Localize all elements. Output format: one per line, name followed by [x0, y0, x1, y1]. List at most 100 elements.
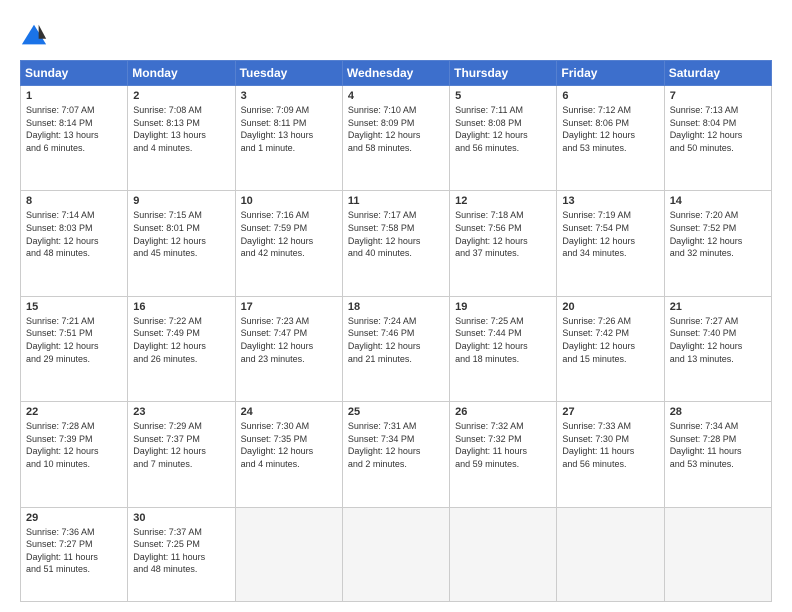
- day-number: 25: [348, 406, 444, 418]
- day-info: Sunrise: 7:24 AM Sunset: 7:46 PM Dayligh…: [348, 315, 444, 365]
- day-info: Sunrise: 7:36 AM Sunset: 7:27 PM Dayligh…: [26, 526, 122, 576]
- calendar-cell: 19Sunrise: 7:25 AM Sunset: 7:44 PM Dayli…: [450, 296, 557, 401]
- calendar-cell: 13 Sunrise: 7:19 AM Sunset: 7:54 PM Dayli…: [557, 191, 664, 296]
- calendar-week-row: 1 Sunrise: 7:07 AM Sunset: 8:14 PM Daylig…: [21, 86, 772, 191]
- day-number: 7: [670, 90, 766, 102]
- page: SundayMondayTuesdayWednesdayThursdayFrid…: [0, 0, 792, 612]
- day-number: 16: [133, 301, 229, 313]
- day-info: Sunrise: 7:11 AM Sunset: 8:08 PM Dayligh…: [455, 104, 551, 154]
- calendar-header-thursday: Thursday: [450, 61, 557, 86]
- day-number: 27: [562, 406, 658, 418]
- calendar-header-saturday: Saturday: [664, 61, 771, 86]
- calendar-cell: [342, 507, 449, 601]
- calendar-cell: 3 Sunrise: 7:09 AM Sunset: 8:11 PM Daylig…: [235, 86, 342, 191]
- day-number: 30: [133, 512, 229, 524]
- day-info: Sunrise: 7:08 AM Sunset: 8:13 PM Dayligh…: [133, 104, 229, 154]
- calendar-cell: 24 Sunrise: 7:30 AM Sunset: 7:35 PM Dayli…: [235, 402, 342, 507]
- calendar-header-sunday: Sunday: [21, 61, 128, 86]
- calendar-cell: 8 Sunrise: 7:14 AM Sunset: 8:03 PM Daylig…: [21, 191, 128, 296]
- day-number: 22: [26, 406, 122, 418]
- calendar-cell: 27 Sunrise: 7:33 AM Sunset: 7:30 PM Dayli…: [557, 402, 664, 507]
- day-number: 2: [133, 90, 229, 102]
- day-number: 6: [562, 90, 658, 102]
- calendar-cell: 18 Sunrise: 7:24 AM Sunset: 7:46 PM Dayli…: [342, 296, 449, 401]
- calendar-cell: 2 Sunrise: 7:08 AM Sunset: 8:13 PM Daylig…: [128, 86, 235, 191]
- day-number: 28: [670, 406, 766, 418]
- calendar-cell: 28 Sunrise: 7:34 AM Sunset: 7:28 PM Dayli…: [664, 402, 771, 507]
- calendar-cell: 25 Sunrise: 7:31 AM Sunset: 7:34 PM Dayli…: [342, 402, 449, 507]
- day-number: 17: [241, 301, 337, 313]
- calendar-cell: 14 Sunrise: 7:20 AM Sunset: 7:52 PM Dayli…: [664, 191, 771, 296]
- calendar-cell: [664, 507, 771, 601]
- calendar-week-row: 15Sunrise: 7:21 AM Sunset: 7:51 PM Dayli…: [21, 296, 772, 401]
- calendar-header-tuesday: Tuesday: [235, 61, 342, 86]
- day-number: 29: [26, 512, 122, 524]
- calendar-cell: 20 Sunrise: 7:26 AM Sunset: 7:42 PM Dayli…: [557, 296, 664, 401]
- day-number: 26: [455, 406, 551, 418]
- day-info: Sunrise: 7:25 AM Sunset: 7:44 PM Dayligh…: [455, 315, 551, 365]
- calendar-cell: 12Sunrise: 7:18 AM Sunset: 7:56 PM Dayli…: [450, 191, 557, 296]
- day-number: 23: [133, 406, 229, 418]
- day-info: Sunrise: 7:20 AM Sunset: 7:52 PM Dayligh…: [670, 209, 766, 259]
- calendar-cell: 7Sunrise: 7:13 AM Sunset: 8:04 PM Daylig…: [664, 86, 771, 191]
- day-number: 20: [562, 301, 658, 313]
- day-info: Sunrise: 7:16 AM Sunset: 7:59 PM Dayligh…: [241, 209, 337, 259]
- day-info: Sunrise: 7:34 AM Sunset: 7:28 PM Dayligh…: [670, 420, 766, 470]
- calendar-cell: 9Sunrise: 7:15 AM Sunset: 8:01 PM Daylig…: [128, 191, 235, 296]
- day-info: Sunrise: 7:27 AM Sunset: 7:40 PM Dayligh…: [670, 315, 766, 365]
- calendar-cell: 15Sunrise: 7:21 AM Sunset: 7:51 PM Dayli…: [21, 296, 128, 401]
- calendar-cell: 29 Sunrise: 7:36 AM Sunset: 7:27 PM Dayli…: [21, 507, 128, 601]
- calendar-header-friday: Friday: [557, 61, 664, 86]
- day-number: 24: [241, 406, 337, 418]
- calendar-cell: [235, 507, 342, 601]
- day-number: 1: [26, 90, 122, 102]
- day-number: 14: [670, 195, 766, 207]
- day-info: Sunrise: 7:33 AM Sunset: 7:30 PM Dayligh…: [562, 420, 658, 470]
- calendar-cell: 30 Sunrise: 7:37 AM Sunset: 7:25 PM Dayli…: [128, 507, 235, 601]
- day-info: Sunrise: 7:12 AM Sunset: 8:06 PM Dayligh…: [562, 104, 658, 154]
- calendar-header-monday: Monday: [128, 61, 235, 86]
- logo-icon: [20, 22, 48, 50]
- calendar-cell: 17 Sunrise: 7:23 AM Sunset: 7:47 PM Dayli…: [235, 296, 342, 401]
- day-number: 5: [455, 90, 551, 102]
- calendar-week-row: 22 Sunrise: 7:28 AM Sunset: 7:39 PM Dayli…: [21, 402, 772, 507]
- calendar-cell: 6 Sunrise: 7:12 AM Sunset: 8:06 PM Daylig…: [557, 86, 664, 191]
- calendar-cell: 1 Sunrise: 7:07 AM Sunset: 8:14 PM Daylig…: [21, 86, 128, 191]
- day-number: 18: [348, 301, 444, 313]
- calendar-cell: 22 Sunrise: 7:28 AM Sunset: 7:39 PM Dayli…: [21, 402, 128, 507]
- calendar-cell: 23Sunrise: 7:29 AM Sunset: 7:37 PM Dayli…: [128, 402, 235, 507]
- calendar-header-row: SundayMondayTuesdayWednesdayThursdayFrid…: [21, 61, 772, 86]
- day-info: Sunrise: 7:09 AM Sunset: 8:11 PM Dayligh…: [241, 104, 337, 154]
- day-info: Sunrise: 7:07 AM Sunset: 8:14 PM Dayligh…: [26, 104, 122, 154]
- calendar-table: SundayMondayTuesdayWednesdayThursdayFrid…: [20, 60, 772, 602]
- calendar-cell: 10 Sunrise: 7:16 AM Sunset: 7:59 PM Dayli…: [235, 191, 342, 296]
- day-number: 11: [348, 195, 444, 207]
- day-number: 3: [241, 90, 337, 102]
- calendar-cell: 26 Sunrise: 7:32 AM Sunset: 7:32 PM Dayli…: [450, 402, 557, 507]
- day-number: 4: [348, 90, 444, 102]
- day-info: Sunrise: 7:19 AM Sunset: 7:54 PM Dayligh…: [562, 209, 658, 259]
- day-number: 13: [562, 195, 658, 207]
- day-number: 10: [241, 195, 337, 207]
- calendar-header-wednesday: Wednesday: [342, 61, 449, 86]
- day-info: Sunrise: 7:32 AM Sunset: 7:32 PM Dayligh…: [455, 420, 551, 470]
- day-info: Sunrise: 7:37 AM Sunset: 7:25 PM Dayligh…: [133, 526, 229, 576]
- calendar-week-row: 8 Sunrise: 7:14 AM Sunset: 8:03 PM Daylig…: [21, 191, 772, 296]
- calendar-week-row: 29 Sunrise: 7:36 AM Sunset: 7:27 PM Dayli…: [21, 507, 772, 601]
- day-info: Sunrise: 7:26 AM Sunset: 7:42 PM Dayligh…: [562, 315, 658, 365]
- header: [20, 18, 772, 50]
- calendar-cell: 21 Sunrise: 7:27 AM Sunset: 7:40 PM Dayli…: [664, 296, 771, 401]
- day-info: Sunrise: 7:28 AM Sunset: 7:39 PM Dayligh…: [26, 420, 122, 470]
- day-info: Sunrise: 7:30 AM Sunset: 7:35 PM Dayligh…: [241, 420, 337, 470]
- calendar-cell: 16Sunrise: 7:22 AM Sunset: 7:49 PM Dayli…: [128, 296, 235, 401]
- day-number: 21: [670, 301, 766, 313]
- day-number: 8: [26, 195, 122, 207]
- day-info: Sunrise: 7:10 AM Sunset: 8:09 PM Dayligh…: [348, 104, 444, 154]
- day-info: Sunrise: 7:14 AM Sunset: 8:03 PM Dayligh…: [26, 209, 122, 259]
- day-number: 12: [455, 195, 551, 207]
- calendar-cell: 11Sunrise: 7:17 AM Sunset: 7:58 PM Dayli…: [342, 191, 449, 296]
- day-info: Sunrise: 7:23 AM Sunset: 7:47 PM Dayligh…: [241, 315, 337, 365]
- calendar-cell: 5 Sunrise: 7:11 AM Sunset: 8:08 PM Daylig…: [450, 86, 557, 191]
- day-info: Sunrise: 7:31 AM Sunset: 7:34 PM Dayligh…: [348, 420, 444, 470]
- logo: [20, 22, 52, 50]
